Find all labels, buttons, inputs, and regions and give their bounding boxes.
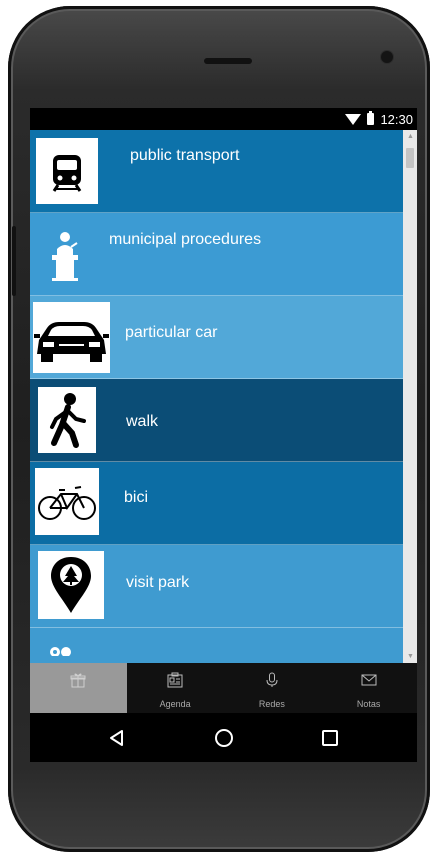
back-icon[interactable] (104, 725, 130, 751)
side-button (12, 226, 16, 296)
screen: 12:30 public transport municipal procedu… (30, 108, 417, 762)
scrollbar-thumb[interactable] (406, 148, 414, 168)
list-item-municipal-procedures[interactable]: municipal procedures (30, 213, 403, 296)
tab-label: Redes (258, 699, 285, 709)
scroll-up-arrow-icon[interactable]: ▲ (407, 133, 414, 140)
list-item-label: visit park (126, 574, 190, 591)
list-item-public-transport[interactable]: public transport (30, 130, 403, 213)
speaker-podium-icon (38, 223, 92, 285)
bottom-tab-bar: Agenda Redes Notas (30, 663, 417, 713)
list-item-walk[interactable]: walk (30, 379, 403, 462)
envelope-icon (361, 672, 377, 688)
front-camera (380, 50, 394, 64)
list-item-label: walk (126, 413, 159, 430)
train-icon (36, 138, 98, 204)
recents-icon[interactable] (317, 725, 343, 751)
tab-gift[interactable] (30, 663, 127, 713)
battery-icon (367, 111, 375, 125)
tab-redes[interactable]: Redes (224, 663, 321, 713)
agenda-icon (167, 672, 183, 688)
microphone-icon (264, 672, 280, 688)
list-item-visit-park[interactable]: visit park (30, 545, 403, 628)
list-item-partial[interactable] (30, 628, 403, 663)
list-item-label: public transport (130, 147, 240, 164)
list-item-label: bici (124, 489, 149, 506)
tab-notas[interactable]: Notas (320, 663, 417, 713)
status-time: 12:30 (380, 111, 413, 127)
bicycle-icon (35, 468, 99, 535)
tab-label: Notas (356, 699, 381, 709)
scroll-down-arrow-icon[interactable]: ▼ (407, 653, 414, 660)
list-item-particular-car[interactable]: particular car (30, 296, 403, 379)
home-icon[interactable] (211, 725, 237, 751)
menu-list: public transport municipal procedures pa… (30, 130, 403, 663)
wifi-icon (345, 113, 362, 125)
tab-label: Agenda (159, 699, 191, 709)
list-item-label: municipal procedures (109, 231, 262, 248)
earpiece-speaker (204, 58, 252, 64)
list-item-label: particular car (125, 324, 218, 341)
partial-item-icon (48, 642, 74, 657)
status-bar: 12:30 (30, 108, 417, 130)
list-item-bici[interactable]: bici (30, 462, 403, 545)
scrollbar[interactable]: ▲ ▼ (403, 130, 417, 663)
park-pin-icon (38, 551, 104, 619)
gift-icon (70, 672, 86, 688)
car-icon (33, 302, 110, 373)
tab-agenda[interactable]: Agenda (127, 663, 224, 713)
walking-person-icon (38, 387, 96, 453)
android-nav-bar (30, 713, 417, 762)
